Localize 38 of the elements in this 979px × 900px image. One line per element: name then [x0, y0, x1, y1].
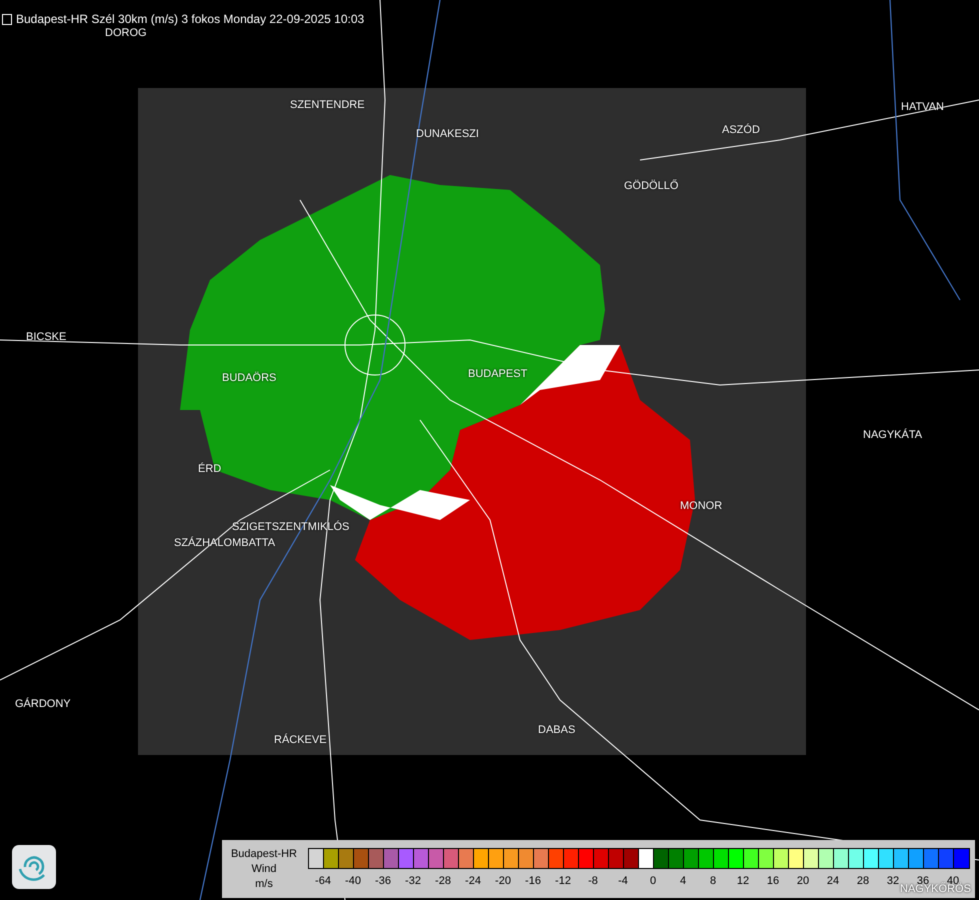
place-label: ÉRD [198, 463, 222, 475]
legend-label: m/s [255, 877, 273, 892]
legend-label: Wind [251, 862, 277, 877]
scale-tick-label: 28 [856, 875, 870, 887]
scale-tick-label: 32 [886, 875, 900, 887]
scale-tick-label: -40 [344, 875, 362, 887]
place-label: HATVAN [901, 101, 944, 113]
place-label: DOROG [105, 27, 147, 39]
place-label: NAGYKÁTA [863, 429, 922, 441]
scale-tick-label: -12 [554, 875, 572, 887]
scale-tick-label: -64 [314, 875, 332, 887]
place-label: SZENTENDRE [290, 99, 365, 111]
scale-tick-label: -8 [587, 875, 599, 887]
scale-tick-label: 4 [678, 875, 688, 887]
place-label: ASZÓD [722, 124, 760, 136]
scale-tick-label: 20 [796, 875, 810, 887]
scale-tick-label: 8 [708, 875, 718, 887]
place-label: RÁCKEVE [274, 734, 327, 746]
scale-tick-label: -16 [524, 875, 542, 887]
place-label: BUDAPEST [468, 368, 528, 380]
place-label: GÖDÖLLŐ [624, 180, 678, 192]
scale-tick-label: -36 [374, 875, 392, 887]
title-text: Budapest-HR Szél 30km (m/s) 3 fokos Monday 22-09-2025 10:03 [16, 12, 364, 26]
scale-tick-label: -24 [464, 875, 482, 887]
place-label: DABAS [538, 724, 576, 736]
scale-tick-label: 12 [736, 875, 750, 887]
scale-tick-label: 16 [766, 875, 780, 887]
scale-tick-label: 0 [648, 875, 658, 887]
scale-tick-label: -28 [434, 875, 452, 887]
place-label: GÁRDONY [15, 698, 71, 710]
scale-tick-label: -20 [494, 875, 512, 887]
swirl-logo-icon [12, 845, 56, 889]
place-label: BICSKE [26, 331, 66, 343]
scale-tick-label: -32 [404, 875, 422, 887]
scale-tick-label: -4 [617, 875, 629, 887]
legend-label: Budapest-HR [230, 847, 298, 862]
place-label: BUDAÖRS [222, 372, 276, 384]
scale-tick-label: 24 [826, 875, 840, 887]
